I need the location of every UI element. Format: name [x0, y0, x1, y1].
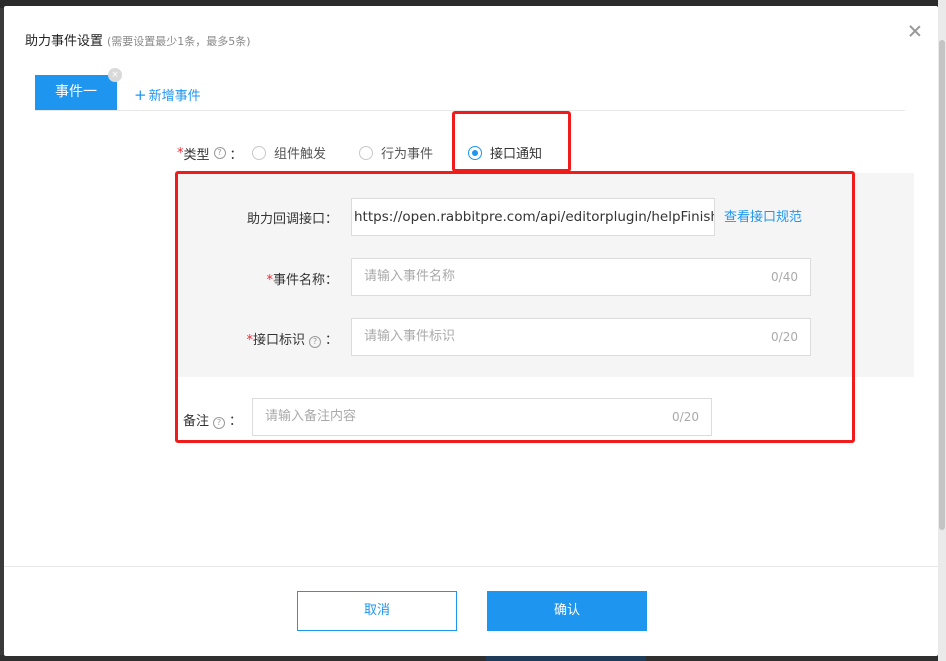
scrollbar[interactable] [938, 0, 946, 661]
radio-circle [359, 145, 373, 160]
radio-circle [252, 145, 266, 160]
tab-event-1[interactable]: 事件一 [35, 75, 117, 110]
radio-behavior-event[interactable]: 行为事件 [359, 143, 433, 162]
type-label: * 类型?： [177, 143, 243, 163]
add-event-label: 新增事件 [148, 89, 201, 104]
type-label-text: 类型 [183, 147, 210, 163]
dialog-title-text: 助力事件设置 [25, 34, 104, 49]
dialog-subtitle: (需要设置最少1条，最多5条) [107, 35, 251, 48]
event-settings-dialog: 助力事件设置 (需要设置最少1条，最多5条) 事件一 × + 新增事件 * 类型?： … [4, 6, 938, 656]
radio-label: 组件触发 [274, 147, 327, 162]
plus-icon: + [134, 86, 147, 104]
confirm-button[interactable]: 确认 [487, 591, 647, 631]
annotation-highlight-radio [452, 111, 571, 172]
tab-event-1-label: 事件一 [55, 84, 97, 100]
type-label-colon: ： [229, 147, 243, 163]
cancel-button[interactable]: 取消 [297, 591, 457, 631]
tab-close-icon[interactable]: × [108, 68, 122, 82]
scrollbar-thumb[interactable] [939, 40, 945, 530]
radio-component-trigger[interactable]: 组件触发 [252, 143, 326, 162]
close-icon[interactable] [907, 23, 923, 39]
footer-divider [4, 566, 938, 567]
dialog-title: 助力事件设置 (需要设置最少1条，最多5条) [25, 30, 251, 49]
add-event-button[interactable]: + 新增事件 [134, 85, 201, 104]
radio-label: 行为事件 [381, 147, 434, 162]
annotation-highlight-fields [175, 171, 855, 443]
help-icon[interactable]: ? [213, 147, 226, 159]
